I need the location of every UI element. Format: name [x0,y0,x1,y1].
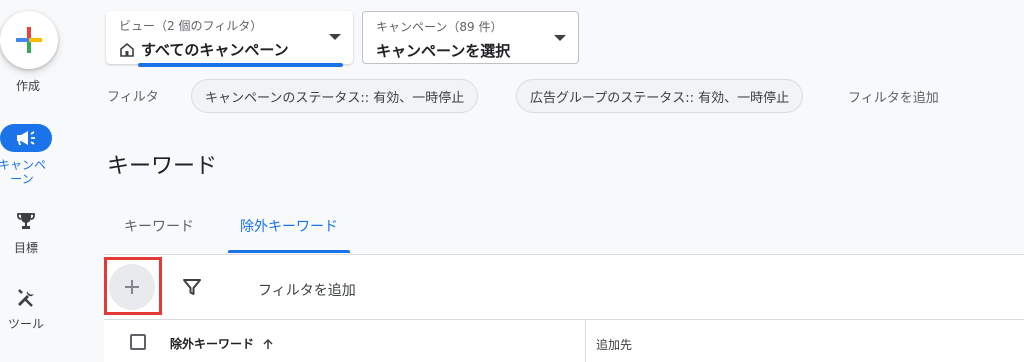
home-icon [120,42,134,57]
tab-keywords[interactable]: キーワード [124,216,194,236]
column-separator [585,319,586,362]
chevron-down-icon [554,35,566,41]
rail-item-campaigns[interactable] [0,124,52,152]
select-all-checkbox[interactable] [130,334,146,350]
sort-ascending-icon [263,338,273,349]
column-header-label: 除外キーワード [170,337,255,351]
plus-icon [16,27,42,53]
filter-label: フィルタ [107,90,159,105]
tools-icon [18,289,34,307]
funnel-icon [183,279,201,295]
column-header-negative-keyword[interactable]: 除外キーワード [170,335,274,352]
column-header-added-to[interactable]: 追加先 [596,336,632,353]
table-divider [104,319,1024,320]
view-selector-text: すべてのキャンペーン [141,41,289,59]
create-label: 作成 [15,79,40,93]
filter-chip-adgroup-status[interactable]: 広告グループのステータス:: 有効、一時停止 [516,79,804,113]
campaign-selector-value: キャンペーンを選択 [376,40,510,61]
filter-toggle[interactable] [182,277,202,301]
campaign-selector-text: キャンペーンを選択 [376,42,511,60]
add-filter-link[interactable]: フィルタを追加 [848,87,939,106]
view-selector-value: すべてのキャンペーン [119,39,289,60]
view-selector[interactable]: ビュー（2 個のフィルタ） すべてのキャンペーン [106,11,353,67]
tab-negative-keywords[interactable]: 除外キーワード [240,216,338,236]
filter-chip-campaign-status[interactable]: キャンペーンのステータス:: 有効、一時停止 [191,79,479,113]
goals-label: 目標 [13,241,38,255]
table-add-filter-link[interactable]: フィルタを追加 [258,280,356,300]
view-selector-caption: ビュー（2 個のフィルタ） [119,19,263,33]
highlight-box [104,257,162,315]
rail-item-tools[interactable] [0,285,52,311]
rail-item-goals[interactable] [0,208,52,234]
active-tab-indicator [228,250,350,253]
left-navigation-rail: 作成 キャンペーン 目標 ツール [0,0,104,362]
negative-keywords-table: フィルタを追加 除外キーワード 追加先 [104,254,1024,362]
create-button[interactable] [0,11,58,69]
tools-label: ツール [7,317,44,331]
megaphone-icon [17,131,35,145]
campaign-selector[interactable]: キャンペーン（89 件） キャンペーンを選択 [362,11,579,64]
campaigns-label: キャンペーン [0,158,46,186]
page-title: キーワード [107,154,218,179]
trophy-icon [17,213,35,229]
view-selector-underline [138,63,343,67]
chevron-down-icon [329,34,341,40]
campaign-selector-caption: キャンペーン（89 件） [376,20,503,34]
